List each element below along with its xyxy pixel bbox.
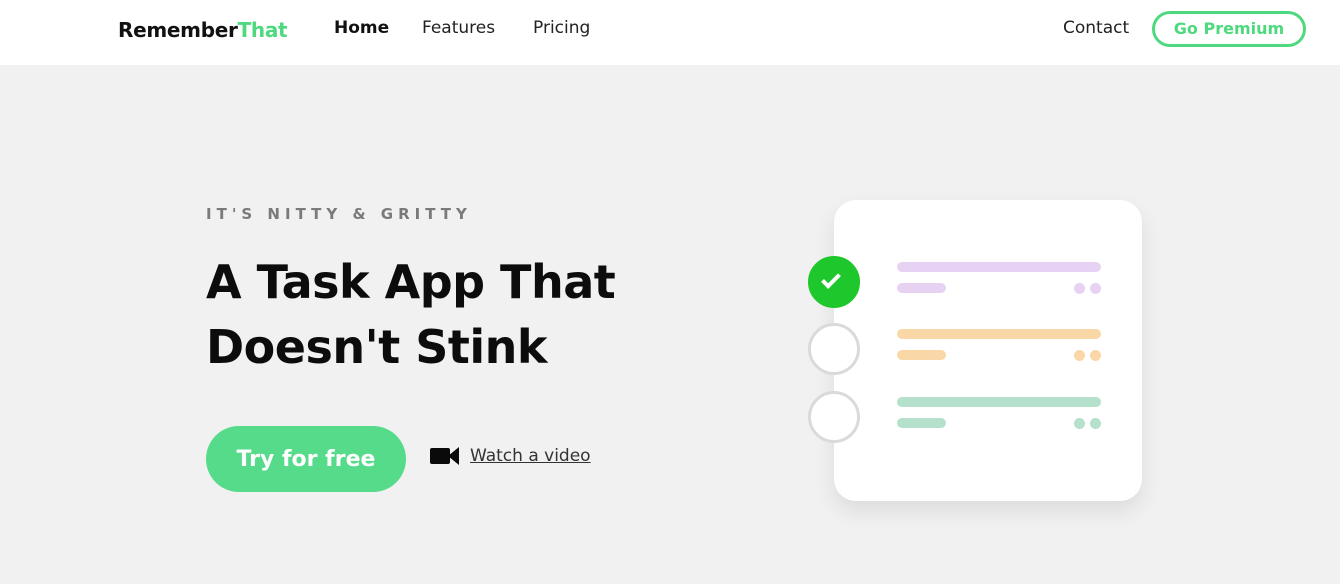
task-line-short: [897, 350, 946, 360]
nav-link-contact[interactable]: Contact: [1063, 18, 1129, 38]
task-line-long: [897, 397, 1101, 407]
try-for-free-button[interactable]: Try for free: [206, 426, 406, 492]
brand-logo-part1: Remember: [118, 18, 238, 42]
task-dot: [1074, 283, 1085, 294]
task-checkbox-empty: [808, 323, 860, 375]
top-navbar: RememberThat Home Features Pricing Conta…: [0, 0, 1340, 65]
hero-headline-line2: Doesn't Stink: [206, 320, 547, 374]
nav-link-features[interactable]: Features: [422, 18, 495, 38]
task-checkbox-checked: [808, 256, 860, 308]
task-dot: [1090, 283, 1101, 294]
task-dot: [1074, 350, 1085, 361]
task-checkbox-empty: [808, 391, 860, 443]
task-dot: [1074, 418, 1085, 429]
video-camera-icon: [430, 445, 461, 467]
task-dot: [1090, 418, 1101, 429]
brand-logo[interactable]: RememberThat: [118, 18, 288, 42]
task-dot: [1090, 350, 1101, 361]
go-premium-button[interactable]: Go Premium: [1152, 11, 1306, 47]
watch-video-label: Watch a video: [470, 446, 591, 466]
task-line-short: [897, 283, 946, 293]
watch-video-link[interactable]: Watch a video: [430, 441, 591, 471]
task-line-long: [897, 262, 1101, 272]
hero-headline: A Task App That Doesn't Stink: [206, 250, 686, 380]
nav-link-pricing[interactable]: Pricing: [533, 18, 590, 38]
task-line-short: [897, 418, 946, 428]
task-line-long: [897, 329, 1101, 339]
nav-link-home[interactable]: Home: [334, 18, 389, 38]
brand-logo-part2: That: [237, 18, 288, 42]
checkmark-icon: [821, 269, 841, 289]
hero-eyebrow: IT'S NITTY & GRITTY: [206, 205, 472, 223]
hero-headline-line1: A Task App That: [206, 255, 616, 309]
